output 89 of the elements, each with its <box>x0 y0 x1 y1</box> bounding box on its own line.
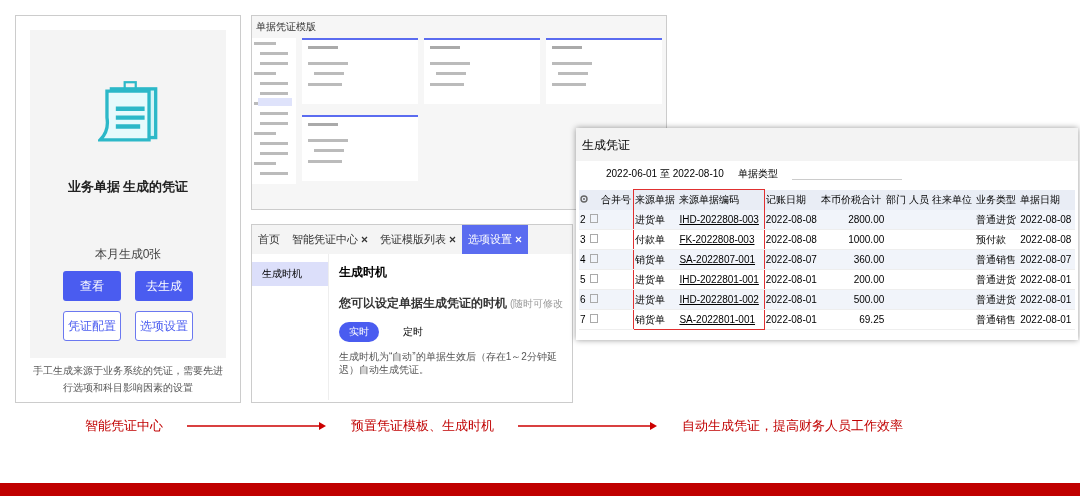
table-cell: 1000.00 <box>820 229 886 250</box>
table-cell: 2022-08-01 <box>1019 309 1075 330</box>
row-number: 2 <box>579 210 590 230</box>
table-cell: 200.00 <box>820 269 886 290</box>
table-cell: 普通进货 <box>975 269 1020 290</box>
question-text: 您可以设定单据生成凭证的时机 <box>339 296 507 310</box>
hint-text: (随时可修改 <box>510 298 564 309</box>
action-button[interactable]: 选项设置 <box>135 311 193 341</box>
row-number: 3 <box>579 229 590 250</box>
table-cell: 2022-08-07 <box>1019 249 1075 270</box>
document-link[interactable]: SA-2022801-001 <box>679 314 756 325</box>
document-link[interactable]: SA-2022807-001 <box>679 254 756 265</box>
table-cell: 销货单 <box>633 249 679 270</box>
window-title: 单据凭证模版 <box>255 20 317 34</box>
tab[interactable]: 选项设置 <box>462 225 528 254</box>
table-cell: 普通进货 <box>975 210 1020 230</box>
tab[interactable]: 首页 <box>252 225 286 254</box>
column-header: 人员 <box>908 189 932 210</box>
notepad-icon <box>98 80 158 142</box>
document-link[interactable]: IHD-2022801-001 <box>679 274 759 285</box>
document-link[interactable]: IHD-2022808-003 <box>679 214 759 225</box>
mode-option[interactable]: 实时 <box>339 322 379 342</box>
table-cell: 2022-08-01 <box>1019 289 1075 310</box>
table-cell: 进货单 <box>633 210 679 230</box>
caption: 预置凭证模板、生成时机 <box>351 417 494 435</box>
table-cell: 500.00 <box>820 289 886 310</box>
action-button[interactable]: 去生成 <box>135 271 193 301</box>
action-button[interactable]: 凭证配置 <box>63 311 121 341</box>
row-number: 7 <box>579 309 590 330</box>
column-header: 往来单位 <box>931 189 976 210</box>
sidebar-item[interactable]: 生成时机 <box>252 262 328 286</box>
filter-label: 单据类型 <box>737 167 778 181</box>
tab[interactable]: 智能凭证中心 <box>286 225 374 254</box>
date-range: 2022-06-01 至 2022-08-10 <box>606 167 724 181</box>
column-header: 单据日期 <box>1019 189 1075 210</box>
column-header: 来源单据编码 <box>678 189 765 210</box>
table-cell: 360.00 <box>820 249 886 270</box>
window-title: 生成凭证 <box>576 128 1078 161</box>
column-header: 本币价税合计 <box>820 189 886 210</box>
table-cell: 2022-08-01 <box>764 309 821 330</box>
tab[interactable]: 凭证模版列表 <box>374 225 462 254</box>
table-cell: 普通进货 <box>975 289 1020 310</box>
action-button[interactable]: 查看 <box>63 271 121 301</box>
table-cell: 预付款 <box>975 229 1020 250</box>
column-header: 部门 <box>885 189 909 210</box>
mode-option[interactable]: 定时 <box>393 322 433 342</box>
document-link[interactable]: IHD-2022801-002 <box>679 294 759 305</box>
table-cell: 销货单 <box>633 309 679 330</box>
table-cell: 2022-08-08 <box>1019 229 1075 250</box>
arrow-icon <box>187 421 327 431</box>
table-cell: 普通销售 <box>975 309 1020 330</box>
table-cell: 2022-08-08 <box>764 210 821 230</box>
column-header: 记账日期 <box>764 189 821 210</box>
card-note: 手工生成来源于业务系统的凭证，需要先进行选项和科目影响因素的设置 <box>32 364 224 395</box>
timing-note: 生成时机为“自动”的单据生效后（存在1～2分钟延迟）自动生成凭证。 <box>339 350 558 376</box>
row-number: 6 <box>579 289 590 310</box>
table-cell: 付款单 <box>633 229 679 250</box>
table-cell: 2022-08-01 <box>1019 269 1075 290</box>
table-cell: 69.25 <box>820 309 886 330</box>
table-cell: 2022-08-08 <box>1019 210 1075 230</box>
document-link[interactable]: FK-2022808-003 <box>679 234 755 245</box>
table-cell: 普通销售 <box>975 249 1020 270</box>
column-header: 合并号 <box>599 189 634 210</box>
table-cell: 2022-08-07 <box>764 249 821 270</box>
row-checkbox[interactable] <box>590 234 599 243</box>
section-title: 生成时机 <box>339 264 388 281</box>
arrow-icon <box>518 421 658 431</box>
caption: 自动生成凭证，提高财务人员工作效率 <box>682 417 903 435</box>
card-title: 业务单据 生成的凭证 <box>67 178 189 196</box>
column-header: 来源单据 <box>633 189 679 210</box>
row-number: 4 <box>579 249 590 270</box>
settings-icon[interactable] <box>580 195 588 204</box>
row-checkbox[interactable] <box>590 294 599 303</box>
table-cell: 进货单 <box>633 269 679 290</box>
table-cell: 2022-08-08 <box>764 229 821 250</box>
row-checkbox[interactable] <box>590 314 599 323</box>
row-checkbox[interactable] <box>590 254 599 263</box>
close-icon[interactable] <box>449 236 456 243</box>
table-cell: 2022-08-01 <box>764 289 821 310</box>
table-cell: 2022-08-01 <box>764 269 821 290</box>
monthly-count: 本月生成0张 <box>94 246 162 263</box>
table-cell: 进货单 <box>633 289 679 310</box>
column-header: 业务类型 <box>975 189 1020 210</box>
table-cell: 2800.00 <box>820 210 886 230</box>
row-checkbox[interactable] <box>590 214 599 223</box>
row-checkbox[interactable] <box>590 274 599 283</box>
close-icon[interactable] <box>361 236 368 243</box>
row-number: 5 <box>579 269 590 290</box>
caption: 智能凭证中心 <box>85 417 163 435</box>
